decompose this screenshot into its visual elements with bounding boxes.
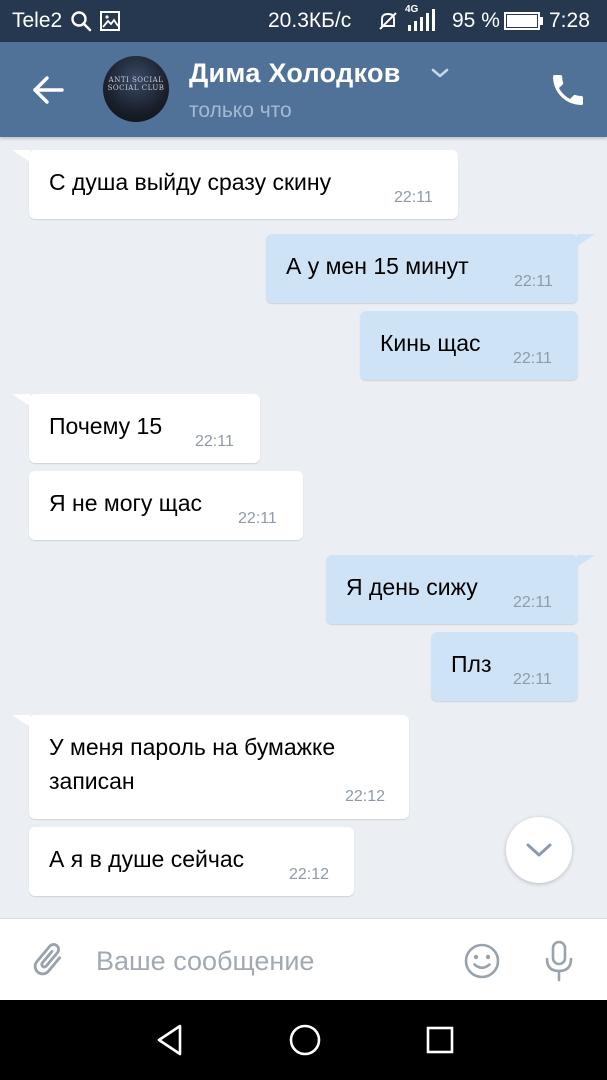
back-button[interactable] (22, 68, 74, 112)
bubble-tail (12, 715, 30, 727)
message-time: 22:11 (394, 189, 433, 206)
message-text: Плз (451, 651, 492, 677)
nav-back-button[interactable] (150, 1020, 190, 1060)
last-seen-status: только что (189, 99, 292, 122)
message-time: 22:11 (238, 510, 277, 527)
contact-avatar[interactable]: ANTI SOCIAL SOCIAL CLUB (103, 56, 169, 122)
bubble-tail (577, 555, 595, 567)
message-text: Я не могу щас (49, 490, 202, 516)
home-circle-icon (289, 1024, 321, 1056)
signal-icon (406, 9, 438, 33)
message-text: Я день сижу (346, 574, 478, 600)
emoji-button[interactable] (462, 941, 502, 981)
message-input[interactable] (96, 941, 436, 981)
recents-square-icon (426, 1026, 454, 1054)
voice-message-button[interactable] (541, 939, 577, 983)
message-time: 22:11 (514, 273, 553, 290)
chevron-down-icon (526, 843, 552, 857)
back-triangle-icon (157, 1024, 182, 1056)
message-incoming[interactable]: У меня пароль на бумажке записан 22:12 (29, 715, 409, 819)
message-outgoing[interactable]: А у мен 15 минут 22:11 (266, 234, 578, 303)
message-outgoing[interactable]: Кинь щас 22:11 (360, 311, 578, 380)
contact-name[interactable]: Дима Холодков (189, 56, 401, 90)
microphone-icon (545, 940, 573, 982)
smile-icon (464, 943, 500, 979)
network-speed: 20.3КБ/с (268, 9, 352, 32)
message-time: 22:11 (513, 594, 552, 611)
image-icon (99, 10, 121, 32)
message-text-line-1: У меня пароль на бумажке (49, 734, 336, 760)
message-list[interactable]: С душа выйду сразу скину 22:11 А у мен 1… (0, 137, 607, 918)
message-time: 22:12 (345, 788, 386, 805)
chevron-down-icon[interactable] (430, 66, 450, 80)
message-text-line-2: записан (49, 768, 135, 794)
message-text: А у мен 15 минут (286, 253, 469, 279)
clock: 7:28 (549, 9, 590, 32)
search-icon (70, 10, 92, 32)
message-incoming[interactable]: А я в душе сейчас 22:12 (29, 827, 354, 896)
bubble-tail (577, 234, 595, 246)
battery-icon (504, 12, 544, 30)
message-text: Кинь щас (380, 330, 481, 356)
message-incoming[interactable]: С душа выйду сразу скину 22:11 (29, 150, 458, 219)
message-composer (0, 918, 607, 1000)
message-time: 22:12 (289, 866, 330, 883)
message-outgoing[interactable]: Я день сижу 22:11 (326, 555, 578, 624)
attach-button[interactable] (28, 939, 68, 981)
message-time: 22:11 (513, 671, 552, 688)
nav-recents-button[interactable] (420, 1020, 460, 1060)
paperclip-icon (33, 943, 62, 976)
back-arrow-icon (33, 76, 64, 104)
message-outgoing[interactable]: Плз 22:11 (431, 632, 578, 701)
avatar-logo-text: ANTI SOCIAL SOCIAL CLUB (107, 76, 165, 92)
bubble-tail (12, 150, 30, 162)
nav-home-button[interactable] (285, 1020, 325, 1060)
mute-icon (377, 10, 399, 32)
scroll-to-bottom-button[interactable] (506, 817, 572, 883)
battery-percent: 95 % (452, 9, 500, 32)
bubble-tail (12, 394, 30, 406)
message-text: С душа выйду сразу скину (49, 169, 332, 195)
message-incoming[interactable]: Почему 15 22:11 (29, 394, 260, 463)
message-text: Почему 15 (49, 413, 163, 439)
system-navigation-bar (0, 1000, 607, 1080)
carrier-label: Tele2 (12, 9, 63, 32)
message-incoming[interactable]: Я не могу щас 22:11 (29, 471, 303, 540)
message-time: 22:11 (195, 433, 234, 450)
message-time: 22:11 (513, 350, 552, 367)
status-bar: Tele2 20.3КБ/с 4G 95 % 7:28 (0, 0, 607, 42)
call-button[interactable] (548, 70, 588, 110)
chat-header: ANTI SOCIAL SOCIAL CLUB Дима Холодков то… (0, 42, 607, 137)
phone-icon (553, 75, 583, 105)
message-text: А я в душе сейчас (49, 846, 245, 872)
